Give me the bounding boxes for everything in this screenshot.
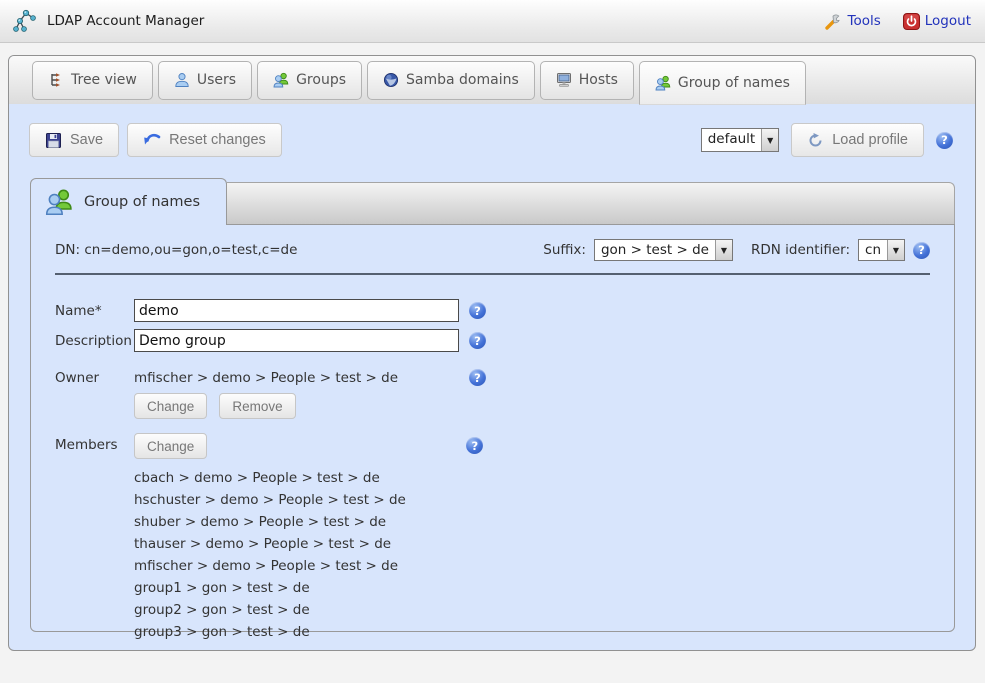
help-icon[interactable]: ? (469, 369, 486, 386)
reset-changes-button[interactable]: Reset changes (127, 123, 282, 157)
wrench-icon (824, 12, 843, 31)
tab-samba-domains[interactable]: Samba domains (367, 61, 535, 100)
panel-body: DN: cn=demo,ou=gon,o=test,c=de Suffix: g… (30, 224, 955, 632)
tab-users[interactable]: Users (158, 61, 252, 100)
reset-changes-label: Reset changes (169, 132, 266, 148)
suffix-select[interactable]: gon > test > de ▼ (594, 239, 733, 261)
tab-label: Tree view (71, 72, 137, 88)
member-item: mfischer > demo > People > test > de (134, 555, 930, 577)
chevron-down-icon: ▼ (761, 129, 778, 151)
help-icon[interactable]: ? (466, 437, 483, 454)
owner-value: mfischer > demo > People > test > de (134, 366, 459, 386)
description-input[interactable] (134, 329, 459, 352)
tab-group-of-names[interactable]: Group of names (639, 61, 806, 105)
load-profile-button[interactable]: Load profile (791, 123, 924, 157)
members-list: cbach > demo > People > test > de hschus… (134, 467, 930, 643)
chevron-down-icon: ▼ (715, 240, 732, 260)
members-change-button[interactable]: Change (134, 433, 207, 459)
panel-tab-label: Group of names (84, 194, 200, 210)
user-icon (174, 72, 190, 88)
member-item: cbach > demo > People > test > de (134, 467, 930, 489)
undo-arrow-icon (143, 132, 161, 148)
save-label: Save (70, 132, 103, 148)
tab-label: Hosts (579, 72, 618, 88)
floppy-save-icon (45, 132, 62, 149)
main-container: Tree view Users Groups (8, 55, 976, 651)
owner-change-button[interactable]: Change (134, 393, 207, 419)
rdn-identifier-label: RDN identifier: (751, 242, 850, 258)
tree-view-icon (48, 72, 64, 88)
member-item: group1 > gon > test > de (134, 577, 930, 599)
members-label: Members (55, 433, 134, 643)
member-item: group2 > gon > test > de (134, 599, 930, 621)
refresh-circle-icon (807, 132, 824, 149)
member-item: group3 > gon > test > de (134, 621, 930, 643)
name-label: Name* (55, 299, 134, 322)
power-logout-icon (903, 13, 920, 30)
tab-label: Samba domains (406, 72, 519, 88)
save-button[interactable]: Save (29, 123, 119, 157)
lam-tree-logo-icon (12, 8, 38, 34)
description-label: Description (55, 329, 134, 352)
tools-link[interactable]: Tools (824, 12, 881, 31)
host-monitor-icon (556, 72, 572, 88)
help-icon[interactable]: ? (913, 242, 930, 259)
logout-label: Logout (925, 13, 971, 29)
owner-remove-button[interactable]: Remove (219, 393, 295, 419)
app-header: LDAP Account Manager Tools Logout (0, 0, 985, 43)
suffix-label: Suffix: (543, 242, 586, 258)
dn-separator (55, 273, 930, 275)
tab-groups[interactable]: Groups (257, 61, 362, 100)
profile-select[interactable]: default ▼ (701, 128, 780, 152)
member-item: shuber > demo > People > test > de (134, 511, 930, 533)
rdn-select[interactable]: cn ▼ (858, 239, 905, 261)
load-profile-label: Load profile (832, 132, 908, 148)
dn-text: DN: cn=demo,ou=gon,o=test,c=de (55, 242, 297, 258)
group-of-names-icon (45, 188, 73, 216)
group-of-names-panel: Group of names DN: cn=demo,ou=gon,o=test… (30, 178, 955, 632)
help-icon[interactable]: ? (469, 302, 486, 319)
panel-tab-group-of-names[interactable]: Group of names (30, 178, 227, 225)
app-title: LDAP Account Manager (47, 13, 204, 29)
logout-link[interactable]: Logout (903, 13, 971, 30)
profile-select-value: default (702, 129, 762, 151)
name-input[interactable] (134, 299, 459, 322)
tab-tree-view[interactable]: Tree view (32, 61, 153, 100)
toolbar: Save Reset changes default ▼ (9, 104, 975, 157)
tab-label: Groups (296, 72, 346, 88)
tools-label: Tools (848, 13, 881, 29)
rdn-select-value: cn (859, 240, 887, 260)
tab-hosts[interactable]: Hosts (540, 61, 634, 100)
member-item: hschuster > demo > People > test > de (134, 489, 930, 511)
suffix-select-value: gon > test > de (595, 240, 715, 260)
chevron-down-icon: ▼ (887, 240, 904, 260)
main-tabstrip: Tree view Users Groups (9, 56, 975, 104)
globe-icon (383, 72, 399, 88)
app-brand: LDAP Account Manager (12, 8, 204, 34)
panel-tab-filler (227, 182, 955, 224)
owner-label: Owner (55, 366, 134, 419)
tab-label: Group of names (678, 75, 790, 91)
group-of-names-icon (655, 75, 671, 91)
tab-label: Users (197, 72, 236, 88)
groups-icon (273, 72, 289, 88)
help-icon[interactable]: ? (936, 132, 953, 149)
member-item: thauser > demo > People > test > de (134, 533, 930, 555)
help-icon[interactable]: ? (469, 332, 486, 349)
